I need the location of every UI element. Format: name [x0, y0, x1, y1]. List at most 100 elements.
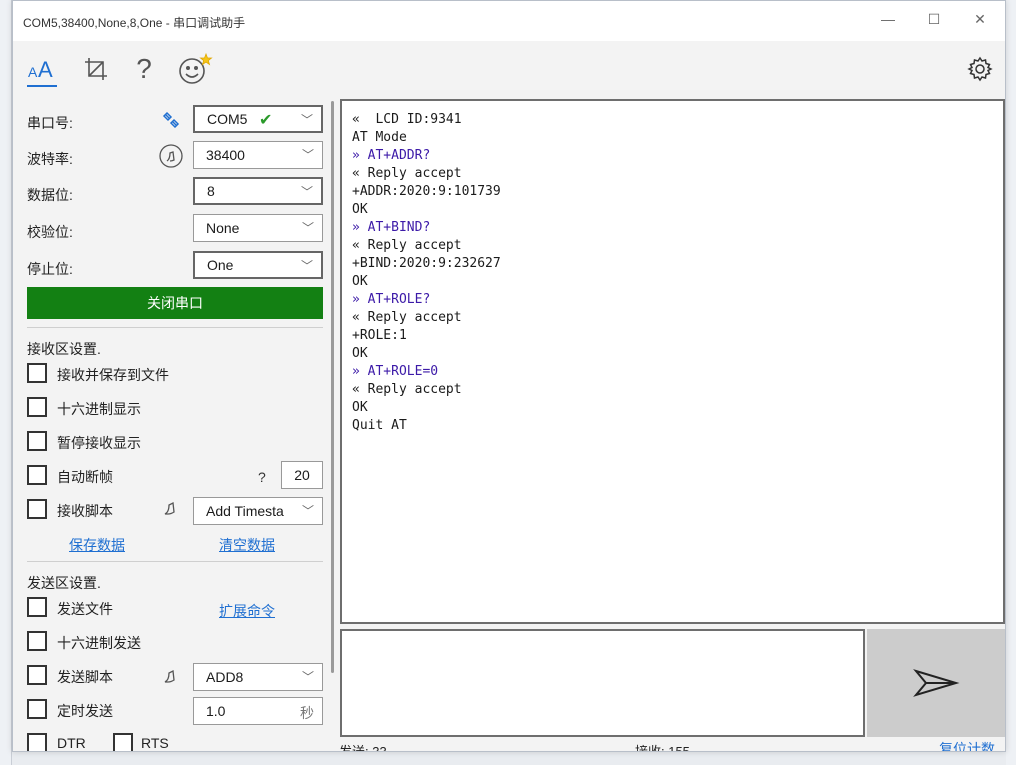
timed-send-label: 定时发送	[57, 703, 113, 719]
stop-bits-select[interactable]: One ﹀	[193, 251, 323, 279]
font-size-icon[interactable]: A A	[23, 51, 63, 87]
chevron-down-icon: ﹀	[301, 148, 314, 162]
recv-script-checkbox[interactable]	[27, 499, 47, 519]
refresh-ports-icon[interactable]	[158, 107, 184, 133]
hex-send-checkbox[interactable]	[27, 631, 47, 651]
sent-line: » AT+BIND?	[352, 220, 431, 235]
gear-icon[interactable]	[963, 51, 997, 87]
baud-script-icon[interactable]	[158, 143, 184, 169]
receive-settings-label: 接收区设置.	[27, 341, 101, 357]
auto-frame-label: 自动断帧	[57, 469, 113, 485]
app-window: COM5,38400,None,8,One - 串口调试助手 — ☐ ✕ A A…	[12, 0, 1006, 752]
desktop-background-right	[1006, 0, 1016, 765]
chevron-down-icon: ﹀	[301, 221, 314, 235]
divider	[27, 561, 323, 562]
send-script-label: 发送脚本	[57, 669, 113, 685]
close-port-button[interactable]: 关闭串口	[27, 287, 323, 319]
hex-display-label: 十六进制显示	[57, 401, 141, 417]
title-bar[interactable]: COM5,38400,None,8,One - 串口调试助手 — ☐ ✕	[13, 1, 1005, 41]
auto-frame-input[interactable]: 20	[281, 461, 323, 489]
data-bits-label: 数据位:	[27, 187, 73, 203]
sent-count: 发送: 33	[339, 744, 387, 752]
send-script-select[interactable]: ADD8 ﹀	[193, 663, 323, 691]
port-select[interactable]: COM5 ✔ ﹀	[193, 105, 323, 133]
svg-text:A: A	[28, 64, 38, 80]
received-line: +BIND:2020:9:232627	[352, 256, 501, 271]
recv-script-select[interactable]: Add Timesta ﹀	[193, 497, 323, 525]
sent-line: » AT+ADDR?	[352, 148, 431, 163]
send-arrow-icon	[913, 669, 960, 697]
reset-count-link[interactable]: 复位计数	[939, 739, 995, 751]
received-line: OK	[352, 202, 368, 217]
desktop-background-bottom	[12, 752, 1006, 765]
received-line: « Reply accept	[352, 166, 462, 181]
pause-display-label: 暂停接收显示	[57, 435, 141, 451]
send-script-value: ADD8	[206, 669, 244, 685]
data-bits-value: 8	[207, 183, 215, 199]
recv-script-edit-icon[interactable]	[158, 495, 184, 521]
auto-frame-checkbox[interactable]	[27, 465, 47, 485]
maximize-button[interactable]: ☐	[911, 1, 957, 37]
port-value: COM5	[207, 111, 248, 127]
baud-value: 38400	[206, 147, 245, 163]
auto-frame-help[interactable]: ?	[258, 469, 266, 485]
save-data-link[interactable]: 保存数据	[69, 535, 125, 555]
dtr-label: DTR	[57, 735, 86, 751]
received-count: 接收: 155	[635, 744, 690, 752]
parity-value: None	[206, 220, 240, 236]
timed-interval-input[interactable]: 1.0 秒	[193, 697, 323, 725]
dtr-checkbox[interactable]	[27, 733, 47, 751]
received-line: OK	[352, 274, 368, 289]
rts-checkbox[interactable]	[113, 733, 133, 751]
parity-select[interactable]: None ﹀	[193, 214, 323, 242]
hex-send-label: 十六进制发送	[57, 635, 141, 651]
data-bits-select[interactable]: 8 ﹀	[193, 177, 323, 205]
clear-data-link[interactable]: 清空数据	[219, 535, 275, 555]
received-line: AT Mode	[352, 130, 407, 145]
pause-display-checkbox[interactable]	[27, 431, 47, 451]
recv-script-value: Add Timesta	[206, 503, 284, 519]
received-line: « Reply accept	[352, 238, 462, 253]
help-button[interactable]: ?	[127, 51, 161, 87]
send-file-checkbox[interactable]	[27, 597, 47, 617]
timed-unit: 秒	[300, 705, 314, 721]
extend-command-link[interactable]: 扩展命令	[219, 601, 275, 621]
timed-send-checkbox[interactable]	[27, 699, 47, 719]
sent-line: » AT+ROLE?	[352, 292, 431, 307]
settings-panel: 串口号: COM5 ✔ ﹀ 波特率: 38400 ﹀ 数据位: 8 ﹀ 校验位:…	[13, 95, 335, 751]
baud-select[interactable]: 38400 ﹀	[193, 141, 323, 169]
received-line: +ADDR:2020:9:101739	[352, 184, 501, 199]
stop-bits-value: One	[207, 257, 234, 273]
toolbar: A A ?	[13, 41, 1005, 95]
smiley-icon[interactable]	[175, 51, 217, 87]
received-line: « Reply accept	[352, 382, 462, 397]
received-line: « Reply accept	[352, 310, 462, 325]
send-file-label: 发送文件	[57, 601, 113, 617]
send-settings-label: 发送区设置.	[27, 575, 101, 591]
connected-check-icon: ✔	[259, 112, 273, 129]
send-button[interactable]	[867, 629, 1005, 737]
port-label: 串口号:	[27, 115, 73, 131]
send-input[interactable]	[340, 629, 865, 737]
save-to-file-checkbox[interactable]	[27, 363, 47, 383]
minimize-button[interactable]: —	[865, 1, 911, 37]
active-tool-indicator	[27, 85, 57, 87]
receive-log[interactable]: « LCD ID:9341 AT Mode » AT+ADDR? « Reply ac…	[340, 99, 1005, 624]
received-line: Quit AT	[352, 418, 407, 433]
chevron-down-icon: ﹀	[301, 670, 314, 684]
send-script-edit-icon[interactable]	[158, 663, 184, 689]
close-button[interactable]: ✕	[957, 1, 1003, 37]
received-line: OK	[352, 400, 368, 415]
timed-interval-value: 1.0	[206, 703, 226, 719]
send-script-checkbox[interactable]	[27, 665, 47, 685]
divider	[27, 327, 323, 328]
received-line: +ROLE:1	[352, 328, 407, 343]
settings-scrollbar[interactable]	[331, 101, 334, 673]
chevron-down-icon: ﹀	[300, 259, 313, 273]
window-title: COM5,38400,None,8,One - 串口调试助手	[23, 16, 246, 30]
received-line: « LCD ID:9341	[352, 112, 462, 127]
crop-icon[interactable]	[79, 51, 113, 87]
parity-label: 校验位:	[27, 224, 73, 240]
hex-display-checkbox[interactable]	[27, 397, 47, 417]
chevron-down-icon: ﹀	[300, 185, 313, 199]
